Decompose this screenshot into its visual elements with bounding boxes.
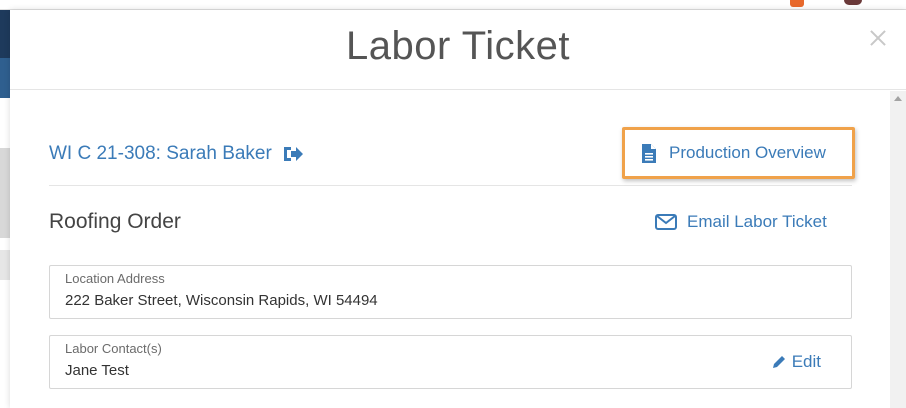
labor-contact-label: Labor Contact(s)	[65, 341, 162, 356]
edit-label: Edit	[791, 352, 821, 371]
production-overview-button[interactable]: Production Overview	[622, 127, 855, 179]
section-title: Roofing Order	[49, 210, 181, 233]
modal-header: Labor Ticket	[10, 10, 906, 90]
edit-contact-button[interactable]: Edit	[772, 352, 821, 372]
scroll-up-icon[interactable]	[894, 96, 902, 101]
job-header-row: WI C 21-308: Sarah Baker Production Over…	[49, 91, 855, 186]
background-sidebar	[0, 10, 10, 408]
email-labor-ticket-label: Email Labor Ticket	[687, 212, 827, 231]
labor-ticket-modal: Labor Ticket WI C 21-308: Sarah Baker Pr…	[10, 10, 906, 408]
modal-title: Labor Ticket	[346, 24, 570, 68]
scrollbar[interactable]	[890, 91, 906, 408]
notification-badge	[790, 0, 804, 7]
production-overview-label: Production Overview	[669, 143, 826, 162]
avatar	[844, 0, 862, 5]
job-link[interactable]: WI C 21-308: Sarah Baker	[49, 143, 304, 165]
email-labor-ticket-button[interactable]: Email Labor Ticket	[655, 212, 827, 232]
document-icon	[641, 143, 657, 164]
location-address-field: Location Address 222 Baker Street, Wisco…	[49, 265, 852, 319]
modal-body: WI C 21-308: Sarah Baker Production Over…	[10, 91, 890, 408]
background-app-bar	[0, 0, 906, 10]
location-address-value: 222 Baker Street, Wisconsin Rapids, WI 5…	[65, 292, 378, 309]
pencil-icon	[772, 355, 786, 369]
close-icon[interactable]	[868, 28, 888, 48]
labor-contact-field: Labor Contact(s) Jane Test Edit	[49, 335, 852, 389]
job-link-label: WI C 21-308: Sarah Baker	[49, 143, 272, 164]
location-address-label: Location Address	[65, 271, 165, 286]
labor-contact-value: Jane Test	[65, 362, 129, 379]
open-external-icon	[282, 145, 304, 163]
envelope-icon	[655, 214, 677, 230]
